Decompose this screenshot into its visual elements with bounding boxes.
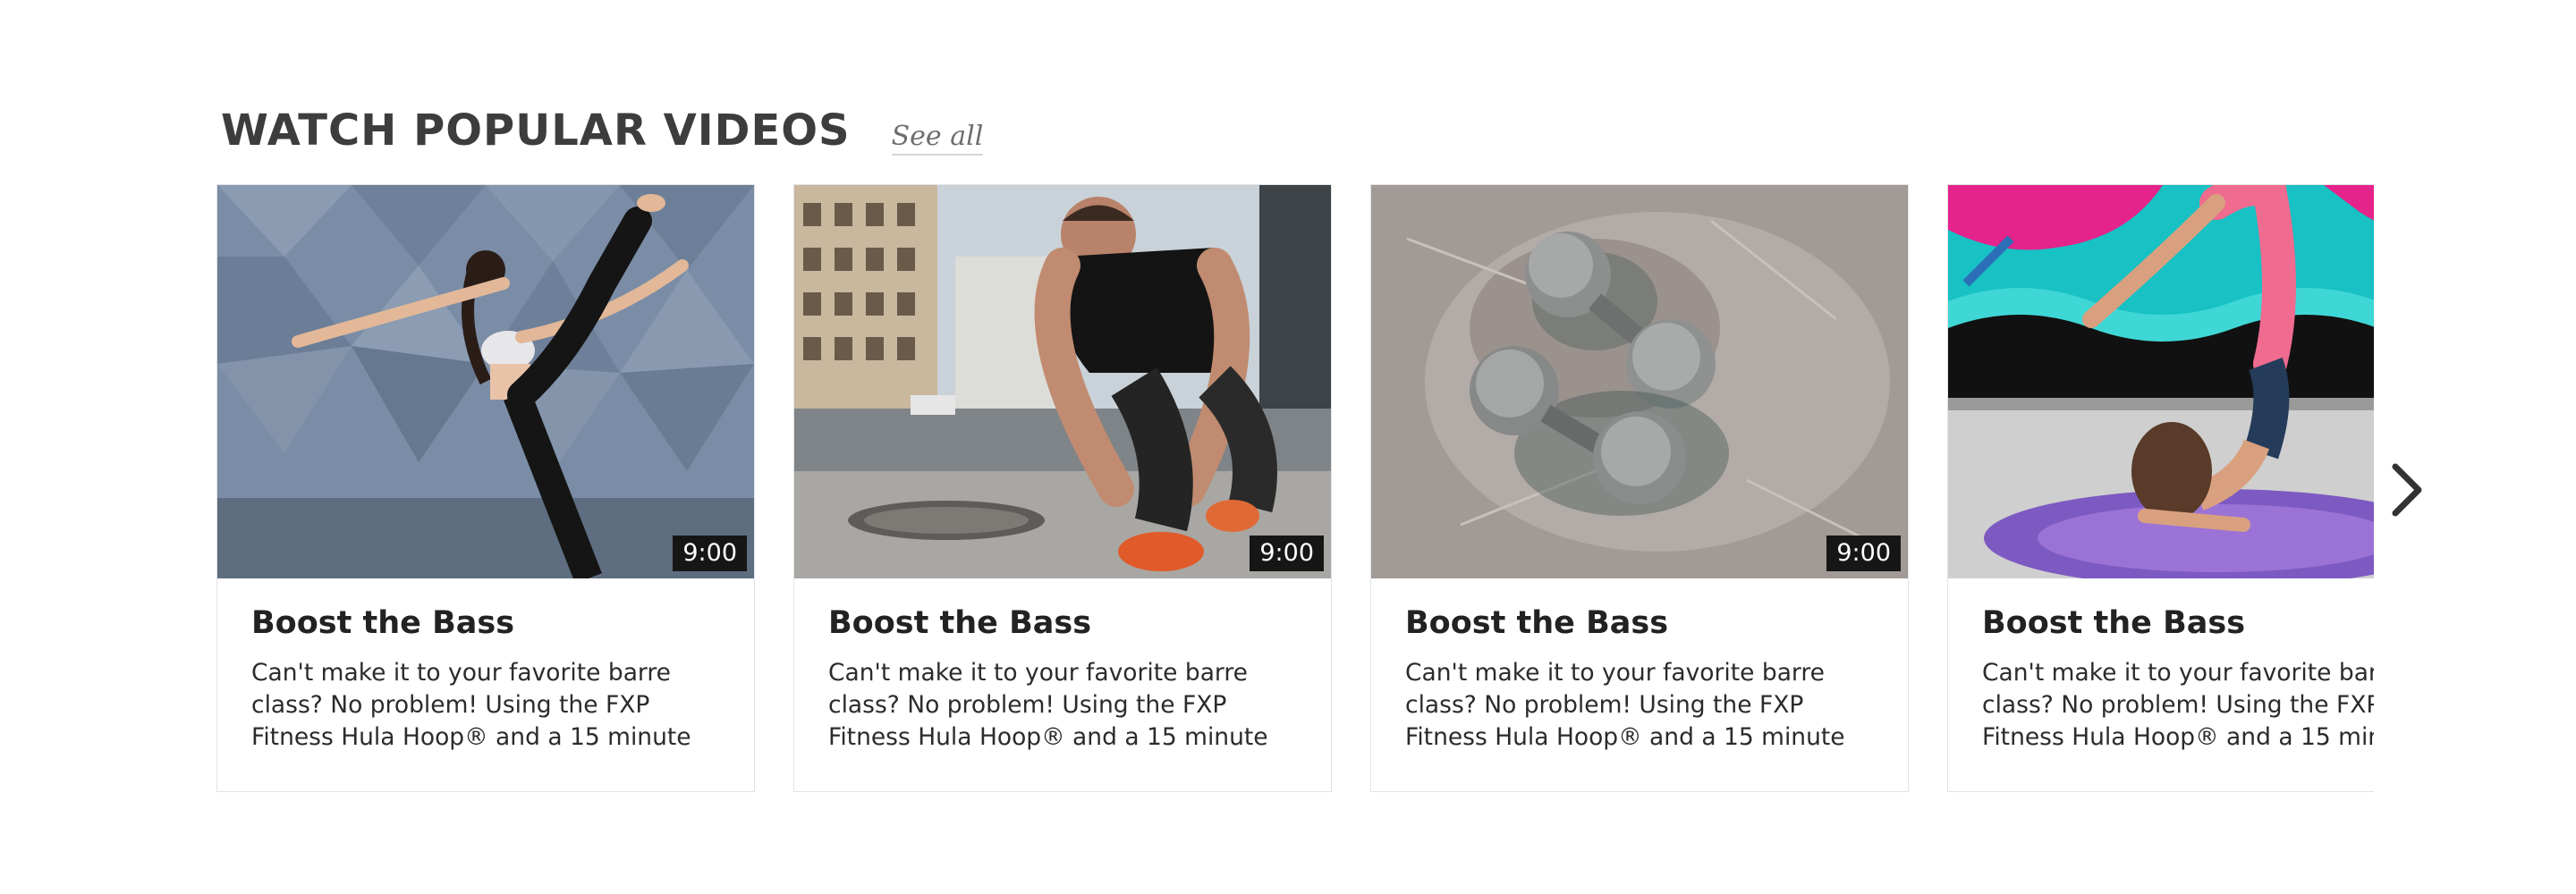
video-title[interactable]: Boost the Bass	[251, 605, 720, 641]
popular-videos-section: WATCH POPULAR VIDEOS See all 9:00 Boost …	[0, 0, 2576, 894]
video-card-body: Boost the Bass Can't make it to your fav…	[1371, 578, 1908, 754]
section-header: WATCH POPULAR VIDEOS See all	[221, 105, 984, 156]
video-thumbnail-image	[217, 185, 754, 578]
see-all-link[interactable]: See all	[891, 121, 984, 156]
carousel-next-button[interactable]	[2388, 461, 2428, 519]
video-card-body: Boost the Bass Can't make it to your fav…	[1948, 578, 2374, 754]
video-title[interactable]: Boost the Bass	[828, 605, 1297, 641]
video-thumbnail-image	[1948, 185, 2374, 578]
video-card[interactable]: 9:00 Boost the Bass Can't make it to you…	[1370, 184, 1909, 792]
video-description: Can't make it to your favorite barre cla…	[251, 659, 691, 751]
video-card-body: Boost the Bass Can't make it to your fav…	[794, 578, 1331, 754]
video-description: Can't make it to your favorite barre cla…	[1405, 659, 1845, 751]
video-thumbnail[interactable]: 9:00	[217, 185, 754, 578]
video-card[interactable]: Boost the Bass Can't make it to your fav…	[1947, 184, 2374, 792]
video-title[interactable]: Boost the Bass	[1405, 605, 1874, 641]
video-thumbnail-image	[1371, 185, 1908, 578]
video-card[interactable]: 9:00 Boost the Bass Can't make it to you…	[216, 184, 755, 792]
video-thumbnail[interactable]: 9:00	[1371, 185, 1908, 578]
video-card[interactable]: 9:00 Boost the Bass Can't make it to you…	[793, 184, 1332, 792]
video-duration-badge: 9:00	[673, 536, 747, 571]
video-title[interactable]: Boost the Bass	[1982, 605, 2374, 641]
section-title: WATCH POPULAR VIDEOS	[221, 105, 851, 156]
video-card-body: Boost the Bass Can't make it to your fav…	[217, 578, 754, 754]
video-carousel-track: 9:00 Boost the Bass Can't make it to you…	[216, 184, 2374, 792]
video-thumbnail[interactable]	[1948, 185, 2374, 578]
video-description: Can't make it to your favorite barre cla…	[828, 659, 1268, 751]
video-duration-badge: 9:00	[1250, 536, 1324, 571]
video-description: Can't make it to your favorite barre cla…	[1982, 659, 2374, 751]
chevron-right-icon	[2392, 463, 2422, 517]
video-thumbnail-image	[794, 185, 1331, 578]
video-thumbnail[interactable]: 9:00	[794, 185, 1331, 578]
video-carousel: 9:00 Boost the Bass Can't make it to you…	[216, 184, 2374, 794]
video-duration-badge: 9:00	[1826, 536, 1901, 571]
